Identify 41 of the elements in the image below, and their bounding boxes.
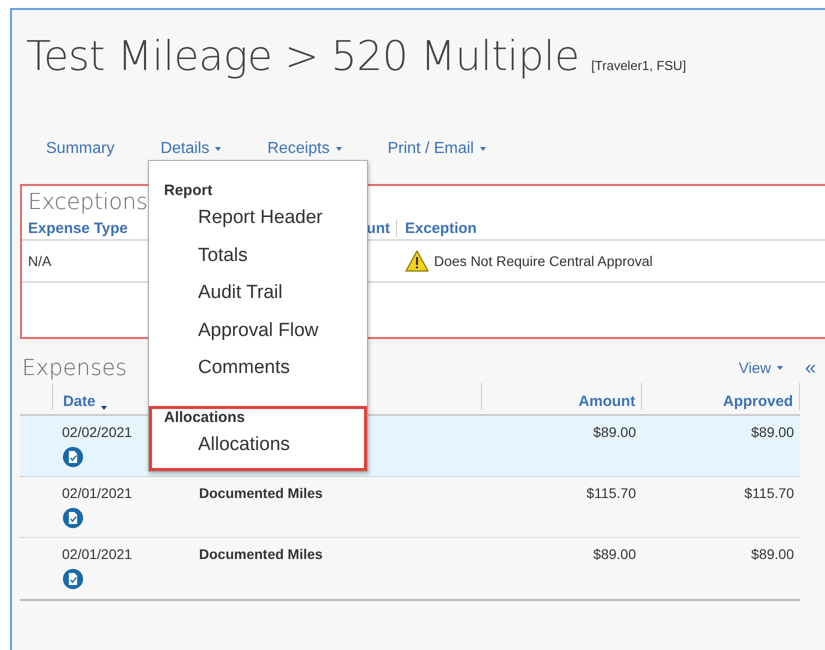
table-cell-text: $89.00 (592, 546, 637, 562)
table-cell-text: Documented Miles (198, 546, 324, 562)
caret-icon (777, 366, 783, 370)
table-cell-text: Documented Miles (198, 485, 324, 501)
menu-item[interactable]: Approval Flow (164, 320, 364, 357)
menu-item[interactable]: Allocations (164, 434, 364, 464)
section-title: Expenses (21, 356, 127, 380)
report-traveler: [Traveler1, FSU] (591, 58, 686, 73)
menu-heading: Report (164, 182, 214, 199)
table-cell: 02/01/2021 (62, 485, 132, 501)
sort-icon (101, 406, 108, 410)
column-header[interactable]: Amount (482, 383, 642, 410)
column-header[interactable]: Approved (642, 383, 800, 410)
table-cell: 02/02/2021 (62, 424, 132, 440)
table-cell-text: $115.70 (585, 485, 637, 501)
column-header[interactable]: Expense Type (22, 220, 147, 237)
expense-row[interactable]: 02/01/2021 Documented Miles $115.70 $115.70 (20, 477, 800, 538)
table-cell-text: N/A (27, 253, 52, 269)
nav-tab[interactable]: Summary (46, 114, 114, 184)
menu-item[interactable]: Audit Trail (164, 282, 364, 320)
receipt-icon[interactable] (62, 507, 84, 529)
receipt-icon[interactable] (62, 446, 84, 468)
collapse-button[interactable]: « (805, 356, 825, 380)
menu-item[interactable]: Totals (164, 244, 364, 282)
table-cell-text: $115.70 (743, 485, 795, 501)
expense-row[interactable]: 02/01/2021 Documented Miles $89.00 $89.00 (20, 538, 800, 599)
nav-tab[interactable]: Receipts (267, 114, 342, 184)
menu-item[interactable]: Report Header (164, 207, 364, 244)
nav-tab[interactable]: Print / Email (388, 114, 486, 184)
view-menu[interactable]: View (738, 360, 783, 376)
warning-icon (405, 250, 429, 272)
receipt-icon[interactable] (62, 568, 84, 590)
table-cell-text: $89.00 (750, 424, 795, 440)
section-title: Exceptions (27, 189, 148, 215)
report-title: Test Mileage > 520 Multiple (26, 32, 580, 80)
table-cell: Does Not Require Central Approval (434, 253, 653, 269)
table-cell: 02/01/2021 (62, 546, 132, 562)
table-cell-text: $89.00 (750, 546, 795, 562)
column-header[interactable]: Exception (397, 220, 825, 237)
table-cell-text: $89.00 (592, 424, 637, 440)
nav-tab[interactable]: Details (160, 114, 222, 184)
